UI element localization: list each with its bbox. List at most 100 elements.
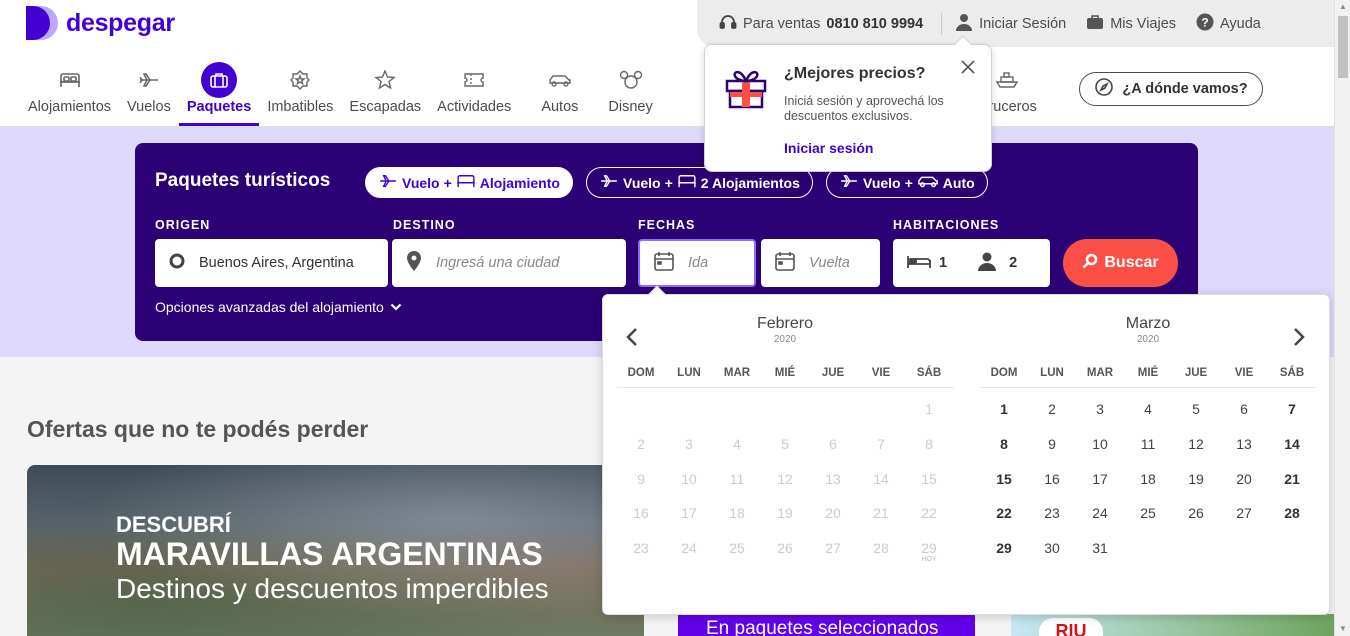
- promo-banner-argentina[interactable]: DESCUBRÍ MARAVILLAS ARGENTINAS Destinos …: [27, 465, 644, 636]
- chip-flight-hotel[interactable]: Vuelo + Alojamiento: [365, 167, 573, 198]
- calendar-day[interactable]: 9: [1028, 436, 1076, 471]
- popover-body: Iniciá sesión y aprovechá los descuentos…: [784, 94, 944, 123]
- calendar-day[interactable]: 30: [1028, 540, 1076, 575]
- calendar-day[interactable]: 21: [1268, 471, 1316, 506]
- calendar-day[interactable]: 1: [980, 401, 1028, 436]
- departure-date-input[interactable]: Ida: [638, 239, 756, 287]
- calendar-day[interactable]: 22: [980, 505, 1028, 540]
- calendar-day[interactable]: 2: [1028, 401, 1076, 436]
- calendar-day[interactable]: 15: [980, 471, 1028, 506]
- day-number: 7: [1288, 401, 1296, 417]
- day-number: 17: [1092, 470, 1108, 487]
- calendar-day: 29 HOY: [905, 540, 953, 575]
- calendar-day: 28: [857, 540, 905, 575]
- weekday-label: MAR: [723, 367, 751, 379]
- suitcase-icon: [201, 62, 238, 98]
- calendar-day[interactable]: 11: [1124, 436, 1172, 471]
- day-number: 19: [777, 505, 793, 522]
- scroll-thumb[interactable]: [1338, 16, 1348, 78]
- nav-item-escapadas[interactable]: Escapadas: [341, 62, 429, 126]
- calendar-day[interactable]: 6: [1220, 401, 1268, 436]
- nav-item-imbatibles[interactable]: Imbatibles: [259, 62, 341, 126]
- origin-input[interactable]: Buenos Aires, Argentina: [155, 239, 388, 287]
- help-link[interactable]: ? Ayuda: [1196, 13, 1261, 35]
- calendar-day[interactable]: 23: [1028, 505, 1076, 540]
- day-number: 14: [873, 470, 889, 487]
- calendar-day[interactable]: 10: [1076, 436, 1124, 471]
- chip-plus: +: [664, 174, 673, 191]
- where-to-go-button[interactable]: ¿A dónde vamos?: [1079, 72, 1263, 106]
- login-link[interactable]: Iniciar Sesión: [955, 13, 1066, 35]
- headset-icon: [719, 13, 737, 35]
- calendar-day[interactable]: 25: [1124, 505, 1172, 540]
- nav-item-alojamientos[interactable]: Alojamientos: [20, 62, 119, 126]
- my-trips-link[interactable]: Mis Viajes: [1086, 14, 1176, 34]
- page-scrollbar[interactable]: ▲ ▼: [1334, 0, 1350, 636]
- scroll-down-arrow-icon[interactable]: ▼: [1335, 622, 1350, 636]
- weekday-label: MIÉ: [1137, 367, 1159, 379]
- suitcase-icon: [1086, 14, 1104, 34]
- calendar-day[interactable]: 28: [1268, 505, 1316, 540]
- calendar-day[interactable]: 7: [1268, 401, 1316, 436]
- popover-login-link[interactable]: Iniciar sesión: [784, 140, 873, 156]
- logo[interactable]: despegar: [26, 6, 175, 40]
- calendar-day[interactable]: 14: [1268, 436, 1316, 471]
- plane-icon: [839, 174, 859, 191]
- my-trips-label: Mis Viajes: [1110, 15, 1177, 32]
- calendar-day[interactable]: 18: [1124, 471, 1172, 506]
- calendar-day[interactable]: 4: [1124, 401, 1172, 436]
- chip-pre: Vuelo: [623, 174, 661, 191]
- plane-icon: [599, 174, 619, 191]
- day-number: 6: [829, 435, 837, 452]
- calendar-day[interactable]: 19: [1172, 471, 1220, 506]
- nav-item-actividades[interactable]: Actividades: [429, 62, 519, 126]
- calendar-day[interactable]: 27: [1220, 505, 1268, 540]
- day-number: 29: [921, 540, 937, 557]
- calendar-day[interactable]: 31: [1076, 540, 1124, 575]
- day-number: 10: [681, 470, 697, 487]
- nav-item-paquetes[interactable]: Paquetes: [178, 62, 260, 126]
- calendar-icon: [775, 251, 795, 275]
- calendar-day[interactable]: 16: [1028, 471, 1076, 506]
- day-number: 10: [1092, 435, 1108, 452]
- rooms-selector[interactable]: 1 2: [893, 239, 1050, 287]
- promo-banner-packages[interactable]: En paquetes seleccionados: [678, 614, 975, 636]
- calendar-day[interactable]: 12: [1172, 436, 1220, 471]
- day-number: 2: [1048, 401, 1056, 417]
- day-number: 20: [825, 505, 841, 522]
- sales-phone[interactable]: Para ventas 0810 810 9994: [719, 13, 923, 35]
- destination-input[interactable]: Ingresá una ciudad: [392, 239, 626, 287]
- promo-line-2: MARAVILLAS ARGENTINAS: [116, 536, 543, 572]
- weekday-label: MAR: [1086, 367, 1114, 379]
- calendar-day[interactable]: 8: [980, 436, 1028, 471]
- calendar-day[interactable]: 26: [1172, 505, 1220, 540]
- calendar-empty-cell: [809, 401, 857, 436]
- calendar-day[interactable]: 5: [1172, 401, 1220, 436]
- calendar-day[interactable]: 24: [1076, 505, 1124, 540]
- calendar-day[interactable]: 17: [1076, 471, 1124, 506]
- nav-item-autos[interactable]: Autos: [533, 62, 586, 126]
- day-number: 18: [1140, 470, 1156, 487]
- search-button[interactable]: Buscar: [1063, 239, 1178, 287]
- calendar-day[interactable]: 3: [1076, 401, 1124, 436]
- weekday-label: JUE: [1184, 367, 1208, 379]
- day-number: 13: [1236, 435, 1252, 452]
- return-date-input[interactable]: Vuelta: [761, 239, 880, 287]
- day-number: 15: [921, 470, 937, 487]
- nav-item-disney[interactable]: Disney: [600, 62, 660, 126]
- calendar-empty-cell: [665, 401, 713, 436]
- top-utility-bar: Para ventas 0810 810 9994 Iniciar Sesión…: [697, 0, 1334, 47]
- calendar-day[interactable]: 29: [980, 540, 1028, 575]
- close-icon[interactable]: [959, 59, 977, 77]
- calendar-day[interactable]: 13: [1220, 436, 1268, 471]
- day-number: 30: [1044, 540, 1060, 557]
- weekday-label: JUE: [821, 367, 845, 379]
- scroll-up-arrow-icon[interactable]: ▲: [1335, 0, 1350, 14]
- day-number: 15: [996, 470, 1012, 487]
- plane-icon: [378, 174, 398, 191]
- day-number: 13: [825, 470, 841, 487]
- advanced-options-toggle[interactable]: Opciones avanzadas del alojamiento: [155, 299, 402, 315]
- promo-banner-riu[interactable]: RIU: [1011, 614, 1334, 636]
- nav-item-vuelos[interactable]: Vuelos: [119, 62, 179, 126]
- calendar-day[interactable]: 20: [1220, 471, 1268, 506]
